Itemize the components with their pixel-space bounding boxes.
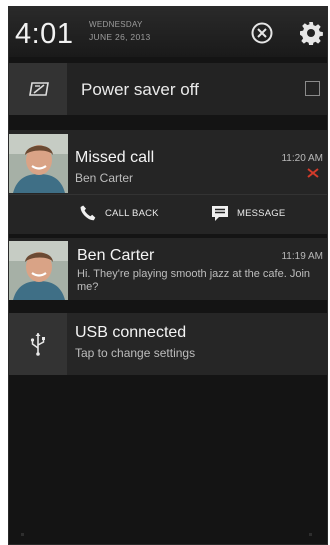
message-notification[interactable]: Ben Carter Hi. They're playing smooth ja… <box>9 238 327 300</box>
phone-icon <box>80 205 96 221</box>
message-icon <box>212 205 228 221</box>
message-label: MESSAGE <box>237 207 286 219</box>
gear-icon[interactable] <box>299 21 323 45</box>
missed-call-icon <box>307 168 319 178</box>
notification-title: USB connected <box>75 324 187 341</box>
date-label: JUNE 26, 2013 <box>89 32 151 42</box>
notification-title: Ben Carter <box>77 247 155 264</box>
call-back-label: CALL BACK <box>105 207 159 219</box>
message-button[interactable]: MESSAGE <box>211 202 285 224</box>
weekday-label: WEDNESDAY <box>89 20 143 29</box>
notification-time: 11:19 AM <box>281 251 323 262</box>
power-saver-label: Power saver off <box>81 80 199 99</box>
divider <box>9 194 327 195</box>
clear-all-icon[interactable] <box>250 21 274 45</box>
call-back-button[interactable]: CALL BACK <box>79 202 159 224</box>
notification-subtitle: Ben Carter <box>75 171 134 185</box>
missed-call-notification[interactable]: Missed call Ben Carter 11:20 AM CALL BAC… <box>9 130 327 234</box>
usb-notification[interactable]: USB connected Tap to change settings <box>9 313 327 375</box>
contact-avatar <box>9 134 68 193</box>
status-header: 4:01 WEDNESDAY JUNE 26, 2013 <box>9 7 327 57</box>
notification-body: Hi. They're playing smooth jazz at the c… <box>77 268 311 293</box>
notification-shade: 4:01 WEDNESDAY JUNE 26, 2013 Power saver… <box>8 6 328 545</box>
contact-avatar <box>9 241 68 300</box>
notification-subtitle: Tap to change settings <box>75 346 196 360</box>
power-saver-icon <box>29 82 49 96</box>
notification-time: 11:20 AM <box>281 153 323 164</box>
power-saver-tile <box>9 63 67 115</box>
usb-icon <box>30 333 45 356</box>
notification-title: Missed call <box>75 149 155 166</box>
usb-tile <box>9 313 67 375</box>
scroll-indicator <box>21 533 24 536</box>
clock-time: 4:01 <box>15 18 74 50</box>
power-saver-checkbox[interactable] <box>305 81 320 96</box>
scroll-indicator <box>309 533 312 536</box>
power-saver-row[interactable]: Power saver off <box>9 63 327 115</box>
